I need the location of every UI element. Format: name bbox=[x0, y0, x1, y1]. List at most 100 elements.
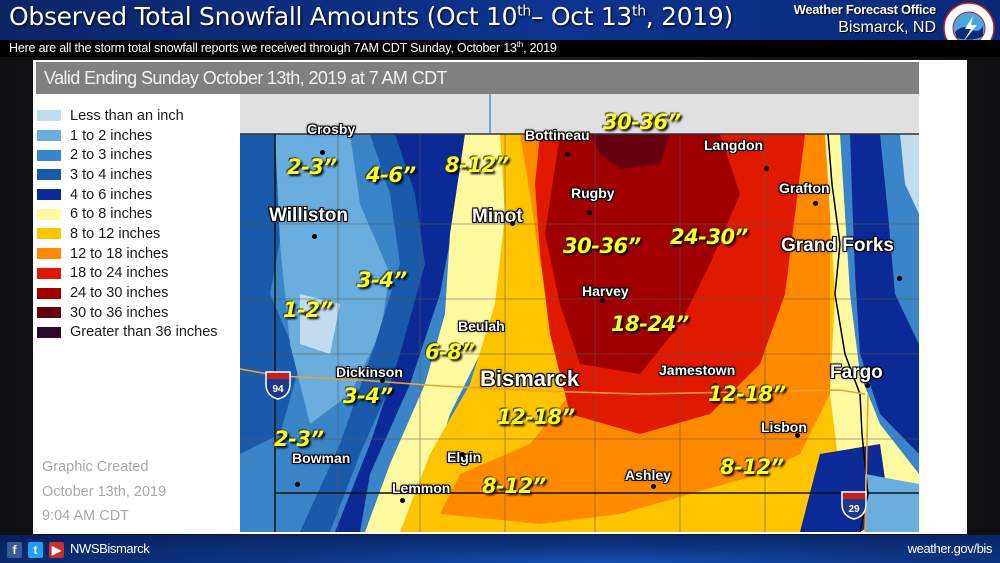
city-label-ashley: Ashley bbox=[625, 467, 671, 483]
city-label-dickinson: Dickinson bbox=[336, 364, 403, 380]
city-dot bbox=[312, 234, 317, 239]
facebook-icon[interactable]: f bbox=[7, 542, 22, 558]
social-handle[interactable]: NWSBismarck bbox=[70, 541, 150, 556]
city-label-grand-forks: Grand Forks bbox=[781, 235, 894, 256]
legend-label: 1 to 2 inches bbox=[70, 127, 153, 144]
snowfall-amount-label: 18-24” bbox=[611, 312, 689, 336]
city-label-minot: Minot bbox=[472, 206, 523, 227]
snowfall-amount-label: 2-3” bbox=[287, 155, 337, 179]
legend-swatch bbox=[37, 189, 61, 201]
snowfall-map: Crosby Bottineau Langdon Williston Minot Rugb… bbox=[240, 94, 919, 532]
snowfall-amount-label: 8-12” bbox=[482, 474, 546, 498]
content-stage: Valid Ending Sunday October 13th, 2019 a… bbox=[0, 57, 1000, 535]
city-label-williston: Williston bbox=[269, 205, 348, 226]
legend-label: 24 to 30 inches bbox=[70, 285, 169, 302]
legend-label: 18 to 24 inches bbox=[70, 265, 169, 282]
created-line3: 9:04 AM CDT bbox=[42, 508, 130, 524]
legend-swatch bbox=[37, 326, 61, 338]
legend-item: 30 to 36 inches bbox=[37, 303, 237, 323]
header-banner: Observed Total Snowfall Amounts (Oct 10t… bbox=[0, 0, 1000, 54]
snowfall-amount-label: 3-4” bbox=[343, 384, 393, 408]
snowfall-amount-label: 6-8” bbox=[425, 340, 475, 364]
legend-item: 18 to 24 inches bbox=[37, 264, 237, 284]
legend-item: 1 to 2 inches bbox=[37, 126, 237, 146]
legend: Less than an inch 1 to 2 inches 2 to 3 inc… bbox=[37, 106, 237, 342]
legend-label: 12 to 18 inches bbox=[70, 245, 169, 262]
legend-item: 12 to 18 inches bbox=[37, 244, 237, 264]
snowfall-amount-label: 30-36” bbox=[563, 234, 641, 258]
legend-swatch bbox=[37, 130, 61, 142]
city-label-langdon: Langdon bbox=[704, 137, 764, 153]
city-dot bbox=[460, 452, 465, 457]
legend-item: 2 to 3 inches bbox=[37, 145, 237, 165]
snowfall-amount-label: 8-12” bbox=[720, 455, 784, 479]
legend-swatch bbox=[37, 228, 61, 240]
legend-item: 8 to 12 inches bbox=[37, 224, 237, 244]
valid-time-bar: Valid Ending Sunday October 13th, 2019 a… bbox=[36, 62, 919, 94]
legend-swatch bbox=[37, 307, 61, 319]
created-line1: Graphic Created bbox=[42, 459, 149, 475]
city-label-grafton: Grafton bbox=[779, 180, 830, 196]
snowfall-amount-label: 2-3” bbox=[274, 427, 324, 451]
legend-swatch bbox=[37, 208, 61, 220]
city-dot bbox=[795, 433, 800, 438]
snowfall-amount-label: 12-18” bbox=[497, 405, 575, 429]
city-label-beulah: Beulah bbox=[458, 318, 505, 334]
legend-label: Less than an inch bbox=[70, 107, 184, 124]
legend-swatch bbox=[37, 169, 61, 181]
twitter-icon[interactable]: t bbox=[28, 542, 43, 558]
legend-label: 3 to 4 inches bbox=[70, 166, 153, 183]
legend-item: 6 to 8 inches bbox=[37, 204, 237, 224]
legend-swatch bbox=[37, 248, 61, 260]
snowfall-map-canvas bbox=[240, 94, 919, 532]
city-label-crosby: Crosby bbox=[307, 121, 356, 137]
city-dot bbox=[813, 201, 818, 206]
city-dot bbox=[295, 482, 300, 487]
city-label-bottineau: Bottineau bbox=[525, 127, 590, 143]
snowfall-amount-label: 3-4” bbox=[357, 268, 407, 292]
city-dot bbox=[565, 152, 570, 157]
city-label-elgin: Elgin bbox=[447, 449, 482, 465]
city-dot bbox=[651, 484, 656, 489]
snowfall-amount-label: 12-18” bbox=[708, 382, 786, 406]
band-1-2-se bbox=[865, 474, 919, 532]
graphic-created: Graphic Created October 13th, 2019 9:04 … bbox=[42, 455, 166, 529]
interstate-29-shield-icon: 29 bbox=[841, 491, 867, 520]
legend-swatch bbox=[37, 267, 61, 279]
legend-label: 2 to 3 inches bbox=[70, 147, 153, 164]
legend-item: 3 to 4 inches bbox=[37, 165, 237, 185]
legend-item: 24 to 30 inches bbox=[37, 283, 237, 303]
legend-label: 30 to 36 inches bbox=[70, 304, 169, 321]
city-dot bbox=[897, 276, 902, 281]
snowfall-amount-label: 4-6” bbox=[366, 163, 416, 187]
city-label-jamestown: Jamestown bbox=[659, 362, 736, 378]
snowfall-amount-label: 8-12” bbox=[445, 153, 509, 177]
created-line2: October 13th, 2019 bbox=[42, 483, 167, 500]
snowfall-amount-label: 24-30” bbox=[670, 225, 748, 249]
office-label: Weather Forecast Office Bismarck, ND bbox=[793, 2, 937, 37]
city-label-fargo: Fargo bbox=[830, 362, 883, 383]
legend-label: Greater than 36 inches bbox=[70, 324, 218, 341]
snowfall-amount-label: 30-36” bbox=[603, 110, 681, 134]
office-line1: Weather Forecast Office bbox=[793, 2, 937, 17]
office-line2: Bismarck, ND bbox=[838, 19, 936, 36]
youtube-icon[interactable]: ▶ bbox=[49, 542, 64, 558]
legend-item: Greater than 36 inches bbox=[37, 323, 237, 343]
subheader: Here are all the storm total snowfall re… bbox=[0, 40, 1000, 57]
city-dot bbox=[587, 210, 592, 215]
city-label-lisbon: Lisbon bbox=[761, 419, 807, 435]
city-label-lemmon: Lemmon bbox=[392, 480, 451, 496]
legend-swatch bbox=[37, 110, 61, 122]
city-label-harvey: Harvey bbox=[582, 283, 629, 299]
website-link[interactable]: weather.gov/bis bbox=[908, 541, 993, 556]
page-title: Observed Total Snowfall Amounts (Oct 10t… bbox=[9, 2, 733, 31]
legend-swatch bbox=[37, 149, 61, 161]
city-dot bbox=[764, 166, 769, 171]
map-panel: Valid Ending Sunday October 13th, 2019 a… bbox=[33, 60, 967, 534]
interstate-94-shield-icon: 94 bbox=[265, 371, 291, 400]
legend-label: 6 to 8 inches bbox=[70, 206, 153, 223]
legend-label: 8 to 12 inches bbox=[70, 225, 161, 242]
svg-text:94: 94 bbox=[272, 384, 284, 395]
city-dot bbox=[510, 221, 515, 226]
city-label-bowman: Bowman bbox=[292, 450, 351, 466]
